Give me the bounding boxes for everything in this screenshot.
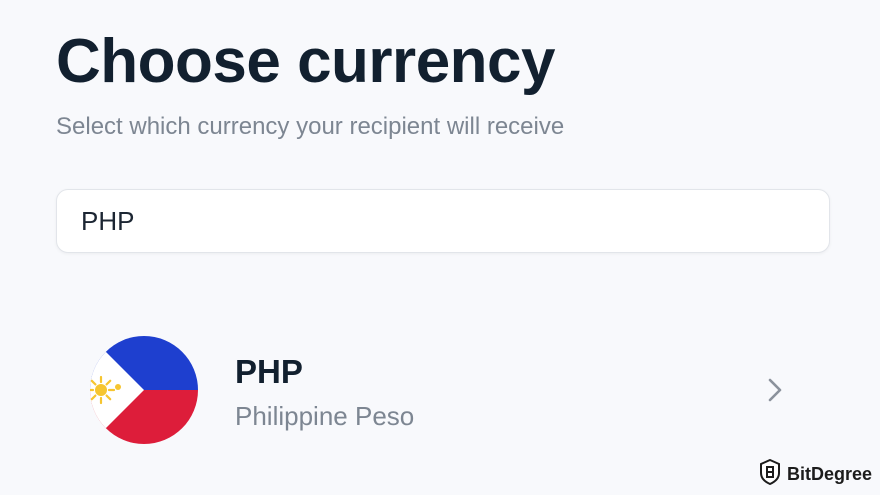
chevron-right-icon — [764, 376, 786, 404]
philippines-flag-icon — [90, 336, 198, 444]
currency-code: PHP — [235, 353, 303, 390]
bitdegree-logo-icon — [759, 458, 781, 490]
page-subtitle: Select which currency your recipient wil… — [56, 113, 565, 140]
bitdegree-watermark: BitDegree — [759, 458, 872, 490]
choose-currency-page: Choose currency Select which currency yo… — [0, 0, 880, 495]
watermark-text: BitDegree — [786, 463, 872, 484]
currency-result-item[interactable]: PHP Philippine Peso — [56, 322, 830, 444]
currency-search-input[interactable] — [56, 189, 830, 253]
page-title: Choose currency — [56, 27, 556, 96]
currency-name: Philippine Peso — [235, 401, 415, 431]
